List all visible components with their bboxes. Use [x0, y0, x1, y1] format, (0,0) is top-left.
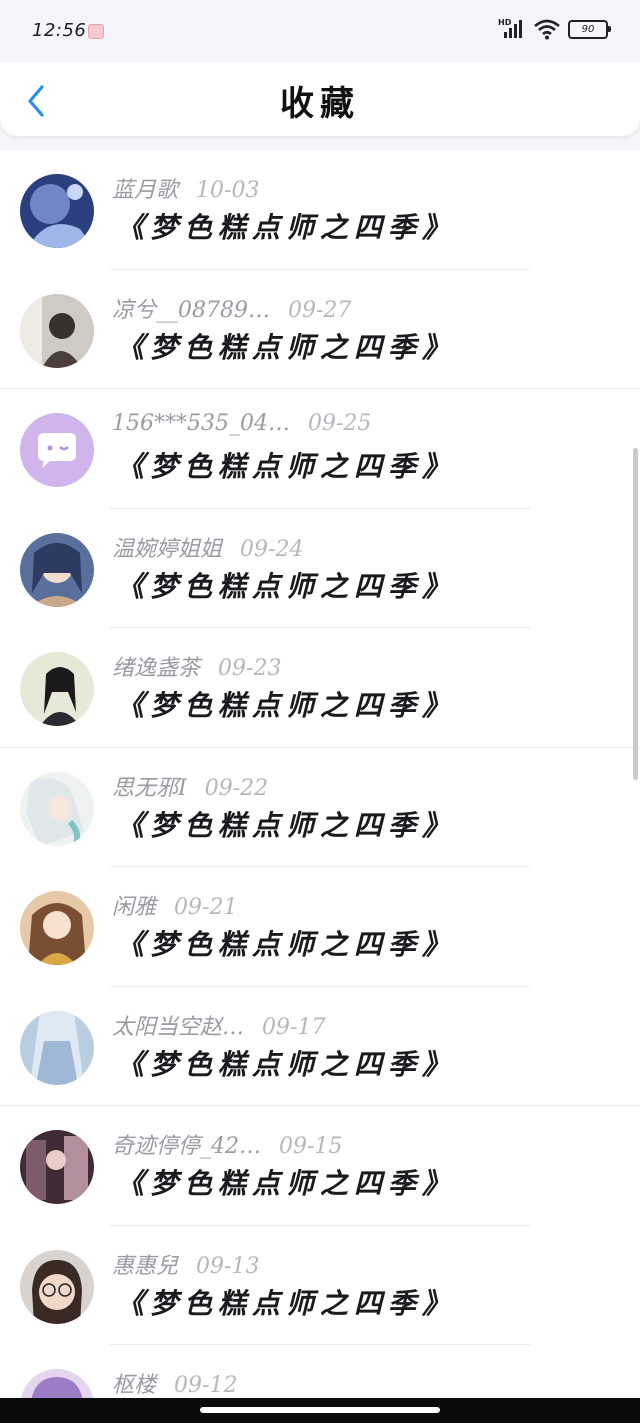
item-meta: 温婉婷姐姐 09-24: [112, 531, 303, 563]
scrollbar[interactable]: [633, 448, 638, 780]
user-name[interactable]: 惠惠兒: [112, 1254, 178, 1279]
status-icons: HD 90: [498, 18, 611, 40]
battery-icon: 90: [568, 19, 611, 39]
signal-icon: HD: [498, 18, 526, 40]
user-name[interactable]: 蓝月歌: [112, 178, 178, 203]
item-date: 09-17: [262, 1014, 326, 1040]
signal-hd-label: HD: [498, 18, 512, 27]
wifi-icon: [534, 19, 560, 40]
book-title[interactable]: 《梦色糕点师之四季》: [116, 1162, 456, 1202]
user-avatar[interactable]: [20, 413, 94, 487]
book-title[interactable]: 《梦色糕点师之四季》: [116, 684, 456, 724]
item-date: 09-21: [174, 895, 238, 920]
list-item[interactable]: 156***535_04… 09-25 《梦色糕点师之四季》: [0, 389, 640, 509]
user-name[interactable]: 闲雅: [112, 895, 156, 920]
item-meta: 太阳当空赵… 09-17: [112, 1009, 325, 1041]
book-title[interactable]: 《梦色糕点师之四季》: [116, 326, 456, 366]
item-date: 10-03: [196, 178, 260, 203]
item-meta: 凉兮__08789… 09-27: [112, 292, 351, 324]
item-date: 09-27: [288, 297, 352, 323]
book-title[interactable]: 《梦色糕点师之四季》: [116, 923, 456, 963]
item-meta: 惠惠兒 09-13: [112, 1248, 259, 1280]
item-date: 09-25: [307, 411, 372, 436]
item-date: 09-23: [218, 656, 282, 681]
book-title[interactable]: 《梦色糕点师之四季》: [116, 1282, 456, 1322]
user-name[interactable]: 枢楼: [112, 1373, 156, 1398]
notification-app-icon: [88, 24, 104, 39]
page-title: 收藏: [280, 84, 360, 124]
item-date: 09-13: [196, 1253, 260, 1279]
item-date: 09-24: [240, 536, 304, 562]
user-avatar[interactable]: [20, 891, 94, 965]
user-avatar[interactable]: [20, 652, 94, 726]
list-item[interactable]: 温婉婷姐姐 09-24 《梦色糕点师之四季》: [0, 509, 640, 628]
user-name[interactable]: 156***535_04…: [112, 411, 290, 436]
favorites-list[interactable]: 蓝月歌 10-03 《梦色糕点师之四季》 凉兮__08789… 09-27 《梦色糕…: [0, 150, 640, 1398]
book-title[interactable]: 《梦色糕点师之四季》: [116, 804, 456, 844]
item-meta: 156***535_04… 09-25: [112, 411, 371, 436]
list-item[interactable]: 枢楼 09-12: [0, 1345, 640, 1398]
user-name[interactable]: 思无邪I: [112, 776, 187, 801]
status-time: 12:56: [32, 20, 87, 41]
book-title[interactable]: 《梦色糕点师之四季》: [116, 565, 456, 605]
book-title[interactable]: 《梦色糕点师之四季》: [116, 206, 456, 246]
user-avatar[interactable]: [20, 1130, 94, 1204]
list-item[interactable]: 惠惠兒 09-13 《梦色糕点师之四季》: [0, 1226, 640, 1345]
user-avatar[interactable]: [20, 1010, 94, 1085]
list-item[interactable]: 闲雅 09-21 《梦色糕点师之四季》: [0, 867, 640, 987]
navigation-bar: [0, 1398, 640, 1423]
item-meta: 闲雅 09-21: [112, 889, 237, 921]
user-name[interactable]: 温婉婷姐姐: [112, 537, 222, 562]
list-item[interactable]: 思无邪I 09-22 《梦色糕点师之四季》: [0, 748, 640, 867]
item-meta: 思无邪I 09-22: [112, 770, 268, 802]
user-avatar[interactable]: [20, 293, 94, 368]
list-item[interactable]: 蓝月歌 10-03 《梦色糕点师之四季》: [0, 150, 640, 270]
user-avatar[interactable]: [20, 174, 94, 248]
list-item[interactable]: 凉兮__08789… 09-27 《梦色糕点师之四季》: [0, 270, 640, 389]
user-name[interactable]: 凉兮__08789…: [112, 298, 270, 323]
user-name[interactable]: 奇迹停停_42…: [112, 1134, 261, 1159]
user-avatar[interactable]: [20, 771, 94, 846]
user-avatar[interactable]: [20, 1249, 94, 1324]
user-name[interactable]: 太阳当空赵…: [112, 1015, 244, 1040]
item-date: 09-22: [204, 775, 269, 801]
item-date: 09-12: [174, 1373, 238, 1398]
user-avatar[interactable]: [20, 1369, 94, 1398]
book-title[interactable]: 《梦色糕点师之四季》: [116, 1043, 456, 1083]
page-header: 收藏: [0, 62, 640, 136]
user-name[interactable]: 绪逸盏茶: [112, 656, 200, 681]
item-meta: 枢楼 09-12: [112, 1367, 237, 1398]
list-item[interactable]: 奇迹停停_42… 09-15 《梦色糕点师之四季》: [0, 1106, 640, 1226]
list-item[interactable]: 绪逸盏茶 09-23 《梦色糕点师之四季》: [0, 628, 640, 748]
status-bar: 12:56 HD 90: [0, 0, 640, 62]
user-avatar[interactable]: [20, 532, 94, 607]
item-meta: 蓝月歌 10-03: [112, 172, 259, 204]
book-title[interactable]: 《梦色糕点师之四季》: [116, 445, 456, 485]
item-date: 09-15: [279, 1134, 343, 1159]
list-item[interactable]: 太阳当空赵… 09-17 《梦色糕点师之四季》: [0, 987, 640, 1106]
home-indicator[interactable]: [200, 1407, 440, 1413]
item-meta: 奇迹停停_42… 09-15: [112, 1128, 342, 1160]
item-meta: 绪逸盏茶 09-23: [112, 650, 281, 682]
